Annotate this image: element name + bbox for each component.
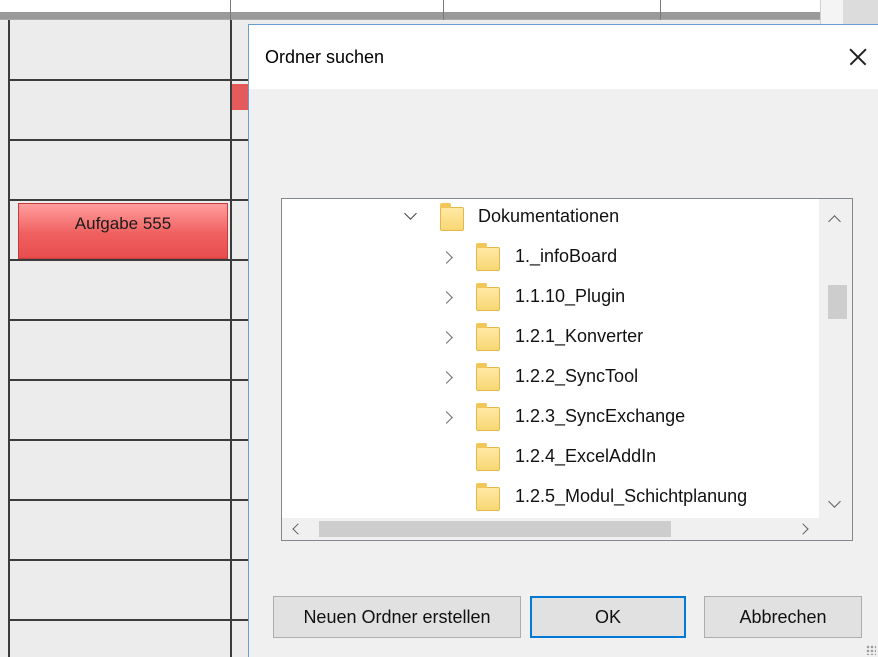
grid-line xyxy=(8,319,248,321)
vertical-scrollbar[interactable] xyxy=(819,199,852,521)
resize-grip-icon[interactable] xyxy=(866,645,876,655)
scrollbar-thumb[interactable] xyxy=(828,285,847,319)
folder-icon xyxy=(440,203,464,231)
tree-item-label: 1.2.2_SyncTool xyxy=(515,366,639,386)
close-icon[interactable] xyxy=(834,37,878,77)
horizontal-scrollbar[interactable] xyxy=(282,518,821,540)
folder-icon xyxy=(476,283,500,311)
grid-line xyxy=(8,79,248,81)
new-folder-button[interactable]: Neuen Ordner erstellen xyxy=(273,596,521,638)
tree-item[interactable]: 1.2.5_Modul_Schichtplanung xyxy=(282,479,822,519)
header-divider xyxy=(660,0,661,20)
grid-line xyxy=(8,259,248,261)
chevron-right-icon[interactable] xyxy=(440,331,453,344)
folder-icon xyxy=(476,323,500,351)
chevron-left-icon[interactable] xyxy=(292,523,304,535)
cancel-button[interactable]: Abbrechen xyxy=(704,596,862,638)
tree-item-label: 1._infoBoard xyxy=(515,246,618,266)
grid-line xyxy=(8,20,10,657)
chevron-up-icon[interactable] xyxy=(828,215,841,228)
tree-item[interactable]: 1._infoBoard xyxy=(282,239,822,279)
grid-line xyxy=(8,379,248,381)
tree-item-root[interactable]: Dokumentationen xyxy=(282,199,822,239)
tree-item-label: 1.2.4_ExcelAddIn xyxy=(515,446,657,466)
tree-item-label: 1.2.3_SyncExchange xyxy=(515,406,686,426)
chevron-down-icon[interactable] xyxy=(828,495,841,508)
chevron-right-icon[interactable] xyxy=(797,523,809,535)
tree-item-label: 1.2.1_Konverter xyxy=(515,326,644,346)
scrollbar-thumb[interactable] xyxy=(319,521,671,537)
grid-line xyxy=(8,619,248,621)
header-divider xyxy=(230,0,231,20)
chevron-right-icon[interactable] xyxy=(440,411,453,424)
scrollbar-corner xyxy=(819,518,852,540)
chevron-right-icon[interactable] xyxy=(440,371,453,384)
chevron-right-icon[interactable] xyxy=(440,291,453,304)
grid-line xyxy=(230,20,232,657)
dialog-titlebar[interactable]: Ordner suchen xyxy=(249,25,878,89)
grid-line xyxy=(8,499,248,501)
grid-line xyxy=(8,559,248,561)
grid-line xyxy=(8,439,248,441)
tree-item-label: 1.2.5_Modul_Schichtplanung xyxy=(515,486,748,506)
folder-icon xyxy=(476,483,500,511)
tree-item-label: Dokumentationen xyxy=(478,206,620,226)
chevron-down-icon[interactable] xyxy=(404,207,417,220)
folder-tree[interactable]: Dokumentationen 1._infoBoard 1.1.10_Plug… xyxy=(281,198,853,541)
header-divider xyxy=(443,0,444,20)
folder-icon xyxy=(476,363,500,391)
grid-line xyxy=(8,199,248,201)
folder-icon xyxy=(476,403,500,431)
chevron-right-icon[interactable] xyxy=(440,251,453,264)
ok-button[interactable]: OK xyxy=(530,596,686,638)
tree-item[interactable]: 1.2.4_ExcelAddIn xyxy=(282,439,822,479)
folder-icon xyxy=(476,443,500,471)
tree-item[interactable]: 1.2.1_Konverter xyxy=(282,319,822,359)
grid-line xyxy=(8,139,248,141)
tree-item[interactable]: 1.2.2_SyncTool xyxy=(282,359,822,399)
folder-icon xyxy=(476,243,500,271)
scheduler-header xyxy=(0,0,820,20)
task-label: Aufgabe 555 xyxy=(74,214,172,233)
tree-item-label: 1.1.10_Plugin xyxy=(515,286,626,306)
tree-item[interactable]: 1.1.10_Plugin xyxy=(282,279,822,319)
folder-browser-dialog: Ordner suchen Dokumentationen 1._infoBoa… xyxy=(248,24,878,657)
dialog-title: Ordner suchen xyxy=(265,47,385,67)
tree-item[interactable]: 1.2.3_SyncExchange xyxy=(282,399,822,439)
task-bar[interactable]: Aufgabe 555 xyxy=(18,203,228,259)
